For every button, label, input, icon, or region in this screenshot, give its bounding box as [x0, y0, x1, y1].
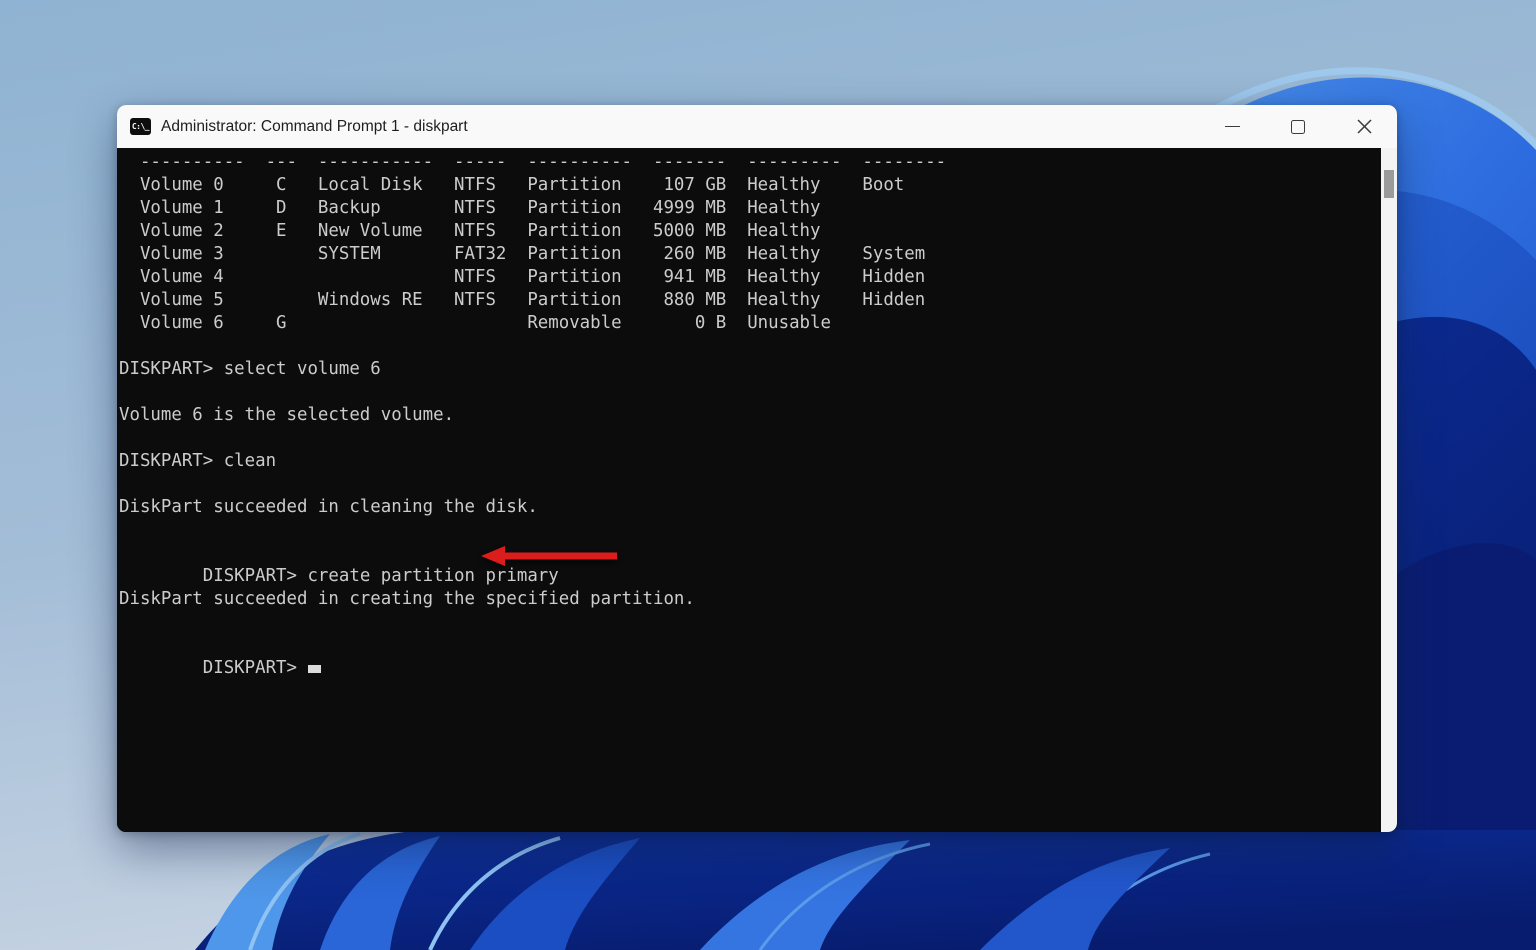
command-line-clean: DISKPART> clean	[119, 450, 1381, 473]
volume-table-row: Volume 5 Windows RE NTFS Partition 880 M…	[119, 289, 1381, 312]
blank-line	[119, 381, 1381, 404]
desktop-wallpaper: C:\_ Administrator: Command Prompt 1 - d…	[0, 0, 1536, 950]
volume-table-row: Volume 4 NTFS Partition 941 MB Healthy H…	[119, 266, 1381, 289]
text-cursor	[308, 665, 321, 673]
blank-line	[119, 565, 1381, 588]
output-line-selected-volume: Volume 6 is the selected volume.	[119, 404, 1381, 427]
command-line-select-volume: DISKPART> select volume 6	[119, 358, 1381, 381]
maximize-button[interactable]	[1265, 105, 1331, 148]
window-title: Administrator: Command Prompt 1 - diskpa…	[161, 118, 1199, 136]
terminal-scrollbar[interactable]	[1381, 148, 1397, 832]
volume-table-row: Volume 2 E New Volume NTFS Partition 500…	[119, 220, 1381, 243]
blank-line	[119, 611, 1381, 634]
output-line-clean-succeeded: DiskPart succeeded in cleaning the disk.	[119, 496, 1381, 519]
volume-table-row: Volume 0 C Local Disk NTFS Partition 107…	[119, 174, 1381, 197]
blank-line	[119, 335, 1381, 358]
minimize-icon	[1225, 126, 1240, 127]
prompt-text: DISKPART>	[203, 658, 297, 678]
volume-table-row: Volume 3 SYSTEM FAT32 Partition 260 MB H…	[119, 243, 1381, 266]
volume-table-separator: ---------- --- ----------- ----- -------…	[119, 151, 1381, 174]
scrollbar-thumb[interactable]	[1384, 170, 1394, 198]
minimize-button[interactable]	[1199, 105, 1265, 148]
close-icon	[1357, 119, 1372, 134]
cmd-icon: C:\_	[130, 118, 151, 135]
command-prompt-window: C:\_ Administrator: Command Prompt 1 - d…	[117, 105, 1397, 832]
title-bar[interactable]: C:\_ Administrator: Command Prompt 1 - d…	[117, 105, 1397, 148]
terminal[interactable]: ---------- --- ----------- ----- -------…	[117, 148, 1381, 832]
blank-line	[119, 427, 1381, 450]
close-button[interactable]	[1331, 105, 1397, 148]
volume-table-row: Volume 1 D Backup NTFS Partition 4999 MB…	[119, 197, 1381, 220]
blank-line	[119, 473, 1381, 496]
output-line-create-succeeded: DiskPart succeeded in creating the speci…	[119, 588, 1381, 611]
volume-table-row: Volume 6 G Removable 0 B Unusable	[119, 312, 1381, 335]
prompt-line: DISKPART>	[119, 634, 1381, 657]
command-line-create-partition: DISKPART> create partition primary	[119, 542, 1381, 565]
cmd-icon-glyph: C:\_	[132, 123, 149, 131]
blank-line	[119, 519, 1381, 542]
maximize-icon	[1291, 120, 1305, 134]
caption-buttons	[1199, 105, 1397, 148]
